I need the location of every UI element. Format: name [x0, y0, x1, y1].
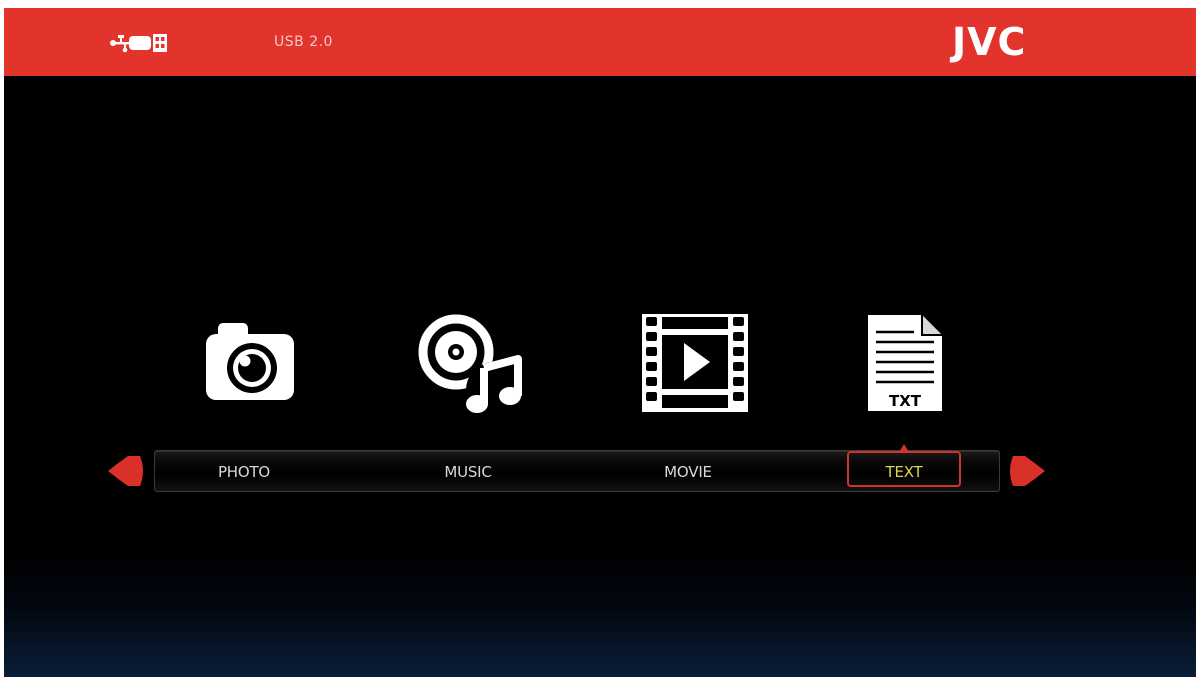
- arrow-left-icon[interactable]: [106, 454, 146, 488]
- menu-item-music[interactable]: MUSIC: [408, 462, 528, 482]
- tv-screen: USB 2.0 JVC TXT PHOTO MUSIC MOVIE TEXT: [4, 8, 1196, 677]
- camera-icon[interactable]: [200, 320, 300, 404]
- header-bar: USB 2.0 JVC: [4, 8, 1196, 76]
- jvc-logo: JVC: [952, 20, 1027, 64]
- usb-icon: [110, 34, 167, 53]
- menu-item-photo[interactable]: PHOTO: [184, 462, 304, 482]
- arrow-right-icon[interactable]: [1007, 454, 1047, 488]
- txt-file-icon[interactable]: TXT: [864, 312, 946, 414]
- music-disc-icon[interactable]: [414, 312, 526, 418]
- usb-version-label: USB 2.0: [274, 34, 333, 50]
- film-play-icon[interactable]: [642, 314, 748, 412]
- menu-item-text[interactable]: TEXT: [844, 462, 964, 482]
- menu-item-movie[interactable]: MOVIE: [628, 462, 748, 482]
- txt-icon-label: TXT: [889, 392, 922, 410]
